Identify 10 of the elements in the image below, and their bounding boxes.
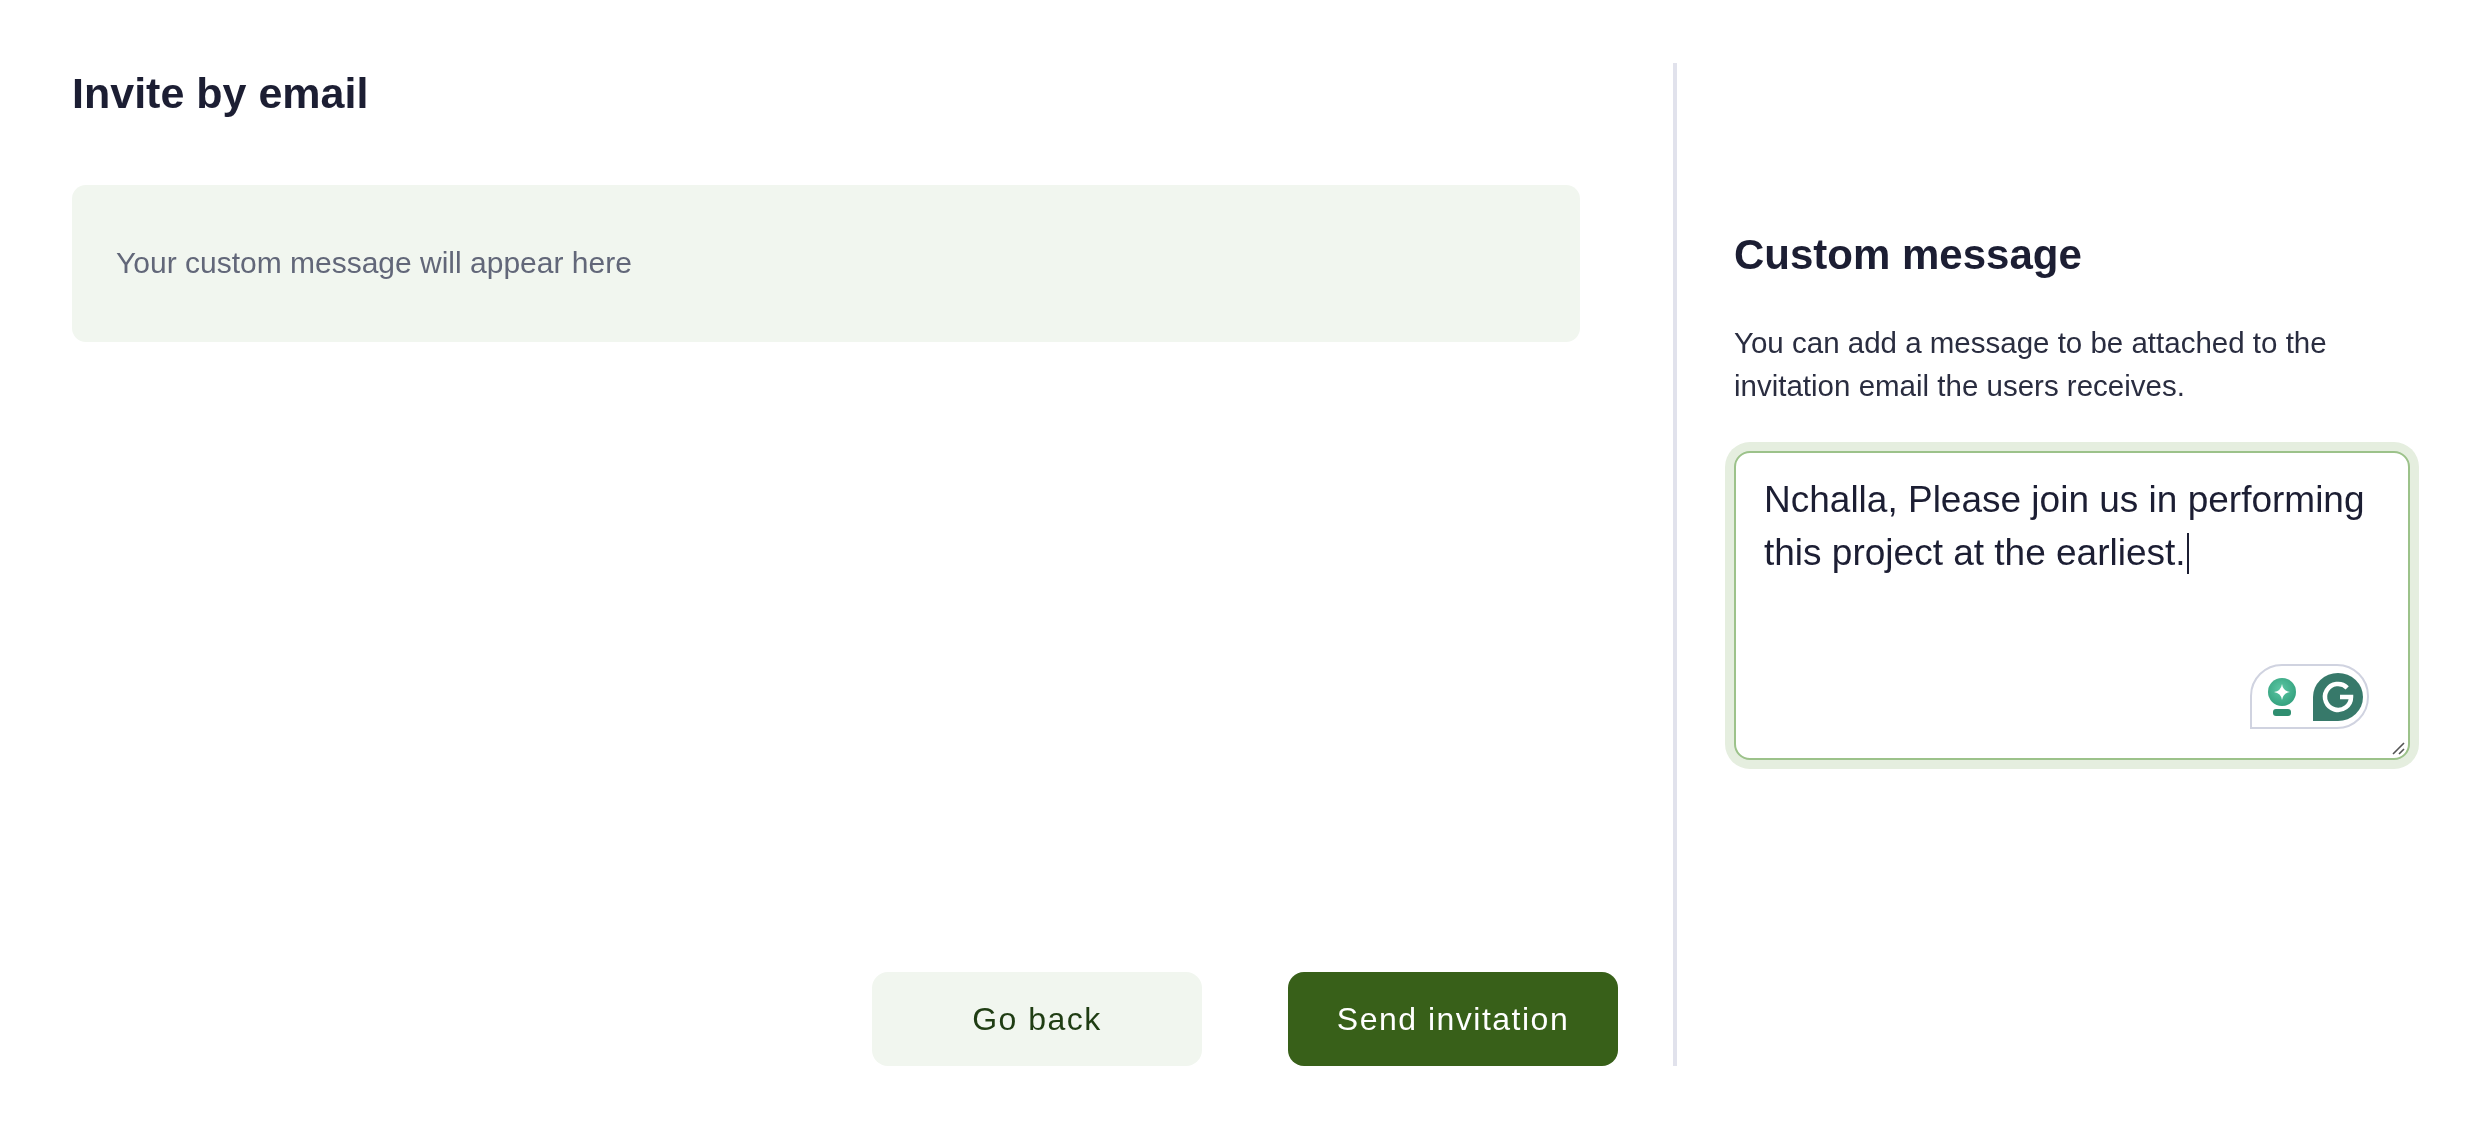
send-button[interactable]: Send invitation [1288, 972, 1618, 1066]
preview-text: Your custom message will appear here [116, 246, 632, 281]
logo-icon[interactable] [2313, 672, 2363, 721]
section-title: Custom message [1734, 230, 2083, 280]
page-title: Invite by email [72, 68, 369, 119]
back-button[interactable]: Go back [872, 972, 1202, 1066]
resize-grip-icon[interactable] [2391, 741, 2405, 756]
lightbulb-sparkle-icon[interactable] [2266, 677, 2298, 716]
section-description: You can add a message to be attached to the invitation email the users receives. [1734, 325, 2328, 405]
text-caret-icon [2186, 533, 2189, 575]
